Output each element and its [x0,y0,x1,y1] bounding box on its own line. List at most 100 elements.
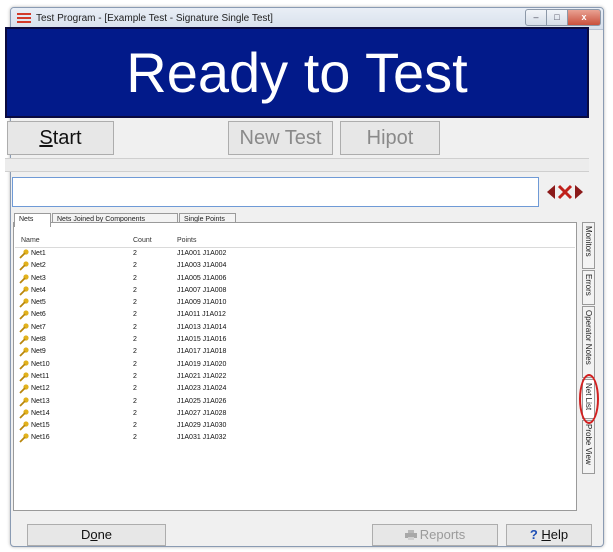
maximize-button[interactable]: □ [547,9,568,26]
net-name-cell: Net2 [31,262,46,270]
minimize-button[interactable]: – [525,9,547,26]
net-count-cell: 2 [133,422,137,430]
side-tab-probe-view[interactable]: Probe View [582,420,595,474]
net-name-cell: Net3 [31,274,46,282]
side-tab-errors[interactable]: Errors [582,270,595,305]
command-input[interactable] [12,177,539,207]
net-name-cell: Net11 [31,372,50,380]
net-name-cell: Net15 [31,422,50,430]
header-points[interactable]: Points [177,237,196,244]
done-button[interactable]: Done [27,524,166,546]
header-name[interactable]: Name [21,237,40,244]
net-key-icon [19,409,29,419]
net-key-icon [19,372,29,382]
side-tab-operator-notes[interactable]: Operator Notes [582,306,595,378]
net-points-cell: J1A005 J1A006 [177,274,227,282]
hipot-button[interactable]: Hipot [340,121,440,155]
net-key-icon [19,433,29,444]
net-count-cell: 2 [133,385,137,393]
table-row[interactable]: Net12 2 J1A023 J1A024 [15,383,575,395]
status-banner: Ready to Test [5,27,589,118]
table-row[interactable]: Net10 2 J1A019 J1A020 [15,359,575,371]
header-count[interactable]: Count [133,237,152,244]
net-points-cell: J1A029 J1A030 [177,422,227,430]
net-key-icon [19,310,29,321]
net-points-cell: J1A025 J1A026 [177,397,227,405]
net-key-icon [19,273,29,284]
table-row[interactable]: Net11 2 J1A021 J1A022 [15,371,575,383]
net-points-cell: J1A007 J1A008 [177,286,227,294]
table-row[interactable]: Net14 2 J1A027 J1A028 [15,408,575,420]
side-tab-monitors-label: Monitors [584,226,593,257]
help-button[interactable]: ? Help [506,524,592,546]
net-name-cell: Net6 [31,311,46,319]
reports-label: Reports [419,527,466,542]
net-name-cell: Net9 [31,348,46,356]
new-test-button[interactable]: New Test [228,121,333,155]
table-row[interactable]: Net5 2 J1A009 J1A010 [15,297,575,309]
net-points-cell: J1A011 J1A012 [177,311,226,319]
net-name-cell: Net8 [31,336,46,344]
close-button[interactable]: x [568,9,601,26]
table-row[interactable]: Net9 2 J1A017 J1A018 [15,346,575,358]
net-name-cell: Net16 [31,434,50,442]
help-label-end: elp [550,527,569,542]
net-name-cell: Net4 [31,286,46,294]
net-count-cell: 2 [133,323,137,331]
start-label: tart [52,127,82,149]
net-count-cell: 2 [133,372,137,380]
done-accel-letter: o [90,527,98,542]
net-key-icon [19,261,29,271]
net-points-cell: J1A009 J1A010 [177,299,227,307]
tab-nets[interactable]: Nets [14,213,51,227]
net-name-cell: Net1 [31,250,46,257]
net-points-cell: J1A001 J1A002 [177,250,227,257]
net-name-cell: Net12 [31,385,50,393]
net-points-cell: J1A015 J1A016 [177,336,227,344]
table-row[interactable]: Net8 2 J1A015 J1A016 [15,334,575,346]
net-points-cell: J1A023 J1A024 [177,385,227,393]
net-key-icon [19,347,29,358]
net-key-icon [19,335,29,345]
side-tab-notes-label: Operator Notes [584,310,593,365]
table-row[interactable]: Net4 2 J1A007 J1A008 [15,285,575,297]
net-key-icon [19,384,29,394]
net-count-cell: 2 [133,397,137,405]
net-key-icon [19,249,29,259]
question-icon: ? [529,527,538,542]
net-count-cell: 2 [133,299,137,307]
table-row[interactable]: Net3 2 J1A005 J1A006 [15,273,575,285]
net-key-icon [19,396,29,407]
net-count-cell: 2 [133,434,137,442]
reports-button[interactable]: Reports [372,524,498,546]
net-points-cell: J1A019 J1A020 [177,360,227,368]
side-tab-probe-label: Probe View [584,424,593,465]
printer-icon [404,530,417,540]
net-count-cell: 2 [133,274,137,282]
net-name-cell: Net5 [31,299,46,307]
table-row[interactable]: Net16 2 J1A031 J1A032 [15,432,575,444]
net-count-cell: 2 [133,336,137,344]
net-points-cell: J1A031 J1A032 [177,434,227,442]
table-row[interactable]: Net2 2 J1A003 J1A004 [15,260,575,272]
left-right-x-icon[interactable] [545,182,585,202]
side-tab-monitors[interactable]: Monitors [582,222,595,269]
help-accel-letter: H [541,527,551,542]
menu-lines-icon[interactable] [17,13,31,24]
table-row[interactable]: Net7 2 J1A013 J1A014 [15,322,575,334]
net-points-cell: J1A013 J1A014 [177,323,227,331]
net-key-icon [19,421,29,431]
net-points-cell: J1A003 J1A004 [177,262,227,270]
start-button[interactable]: Start [7,121,114,155]
table-row[interactable]: Net13 2 J1A025 J1A026 [15,396,575,408]
net-name-cell: Net13 [31,397,50,405]
done-label-end: ne [97,527,113,542]
table-row[interactable]: Net6 2 J1A011 J1A012 [15,309,575,321]
net-points-cell: J1A021 J1A022 [177,372,227,380]
net-count-cell: 2 [133,409,137,417]
net-key-icon [19,298,29,308]
table-row[interactable]: Net1 2 J1A001 J1A002 [15,248,575,260]
table-row[interactable]: Net15 2 J1A029 J1A030 [15,420,575,432]
net-count-cell: 2 [133,348,137,356]
nets-table: Name Count Points Net1 2 J1A001 J1A002 Net2… [15,234,575,445]
